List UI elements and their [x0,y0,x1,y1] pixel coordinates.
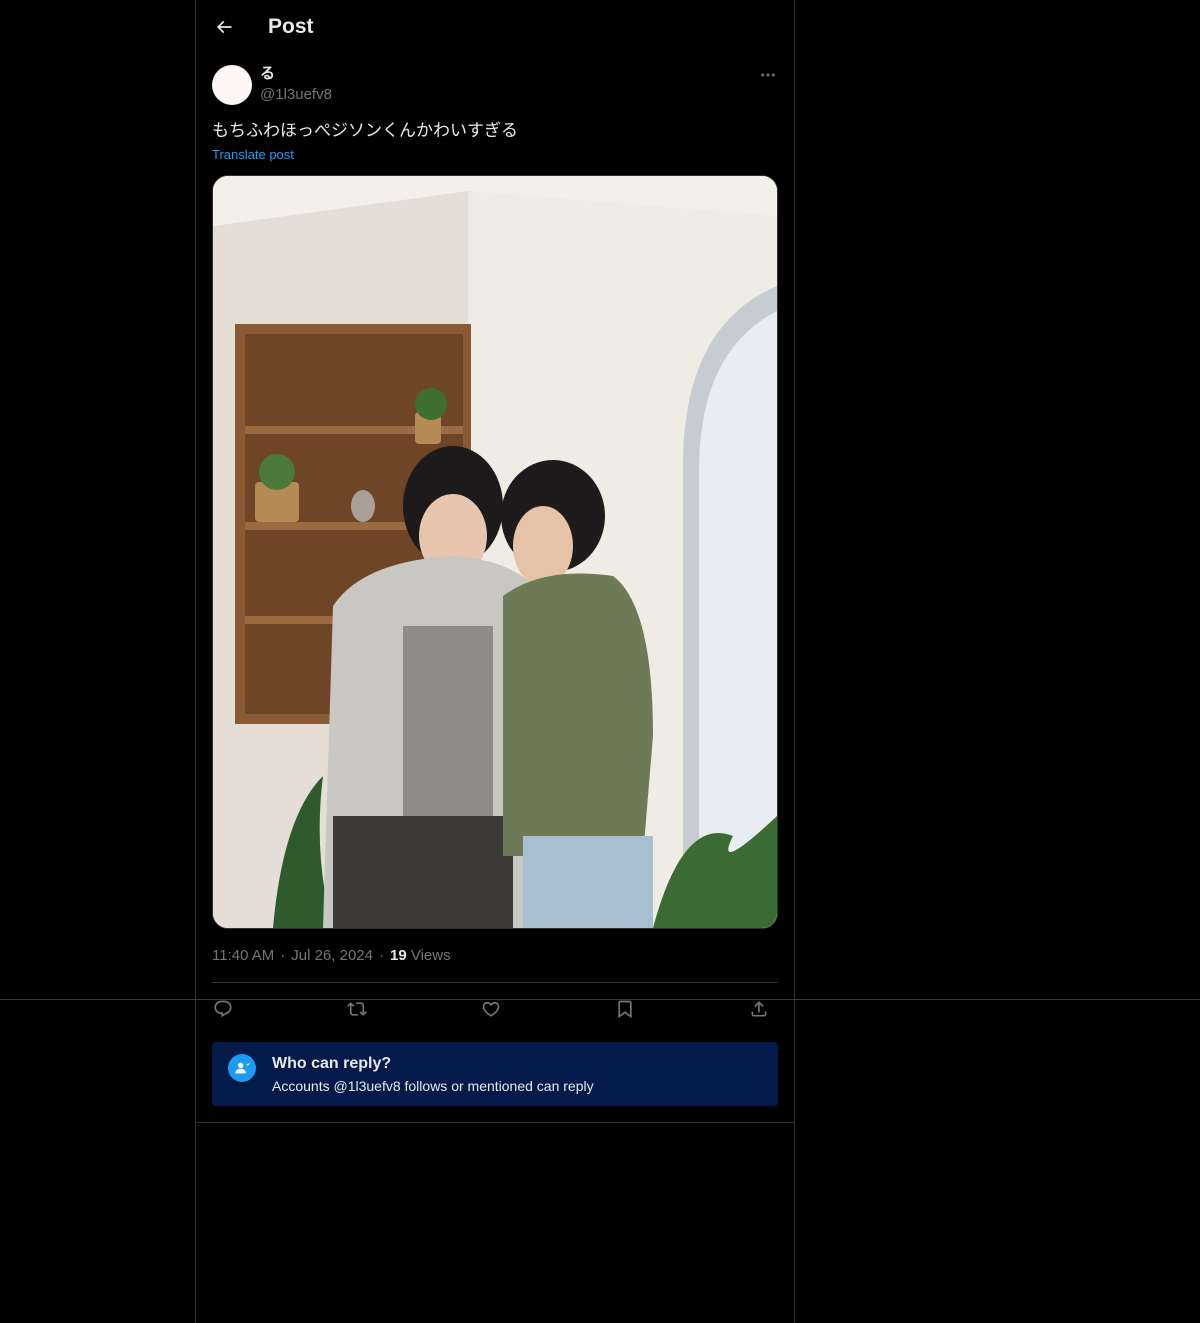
mention-user-icon [228,1054,256,1082]
avatar[interactable] [212,65,252,105]
reply-notice-description: Accounts @1l3uefv8 follows or mentioned … [272,1078,594,1094]
repost-icon [347,1002,367,1016]
reply-button[interactable] [208,994,238,1024]
post-time[interactable]: 11:40 AM [212,947,274,964]
arrow-left-icon [216,20,232,34]
post-metadata: 11:40 AM · Jul 26, 2024 · 19 Views [212,946,451,966]
like-icon [482,1001,500,1017]
who-can-reply-notice: Who can reply? Accounts @1l3uefv8 follow… [212,1042,778,1106]
post-column: Post る @1l3uefv8 もちふわほっぺジソンくんかわいすぎる Tran… [195,0,795,1323]
page-title: Post [268,15,314,38]
reply-notice-title: Who can reply? [272,1055,392,1072]
post-date[interactable]: Jul 26, 2024 [291,947,373,964]
divider [196,1122,794,1123]
back-button[interactable] [208,11,240,43]
author-display-name[interactable]: る [260,64,275,84]
post-header: Post [196,0,794,54]
translate-post-link[interactable]: Translate post [212,146,294,164]
post-photo[interactable] [212,175,778,929]
divider [212,982,778,983]
photo-illustration [213,176,777,928]
action-bar [212,990,778,1024]
like-button[interactable] [476,994,506,1024]
bookmark-icon [618,1000,632,1019]
share-button[interactable] [744,994,774,1024]
post-text: もちふわほっぺジソンくんかわいすぎる [212,121,518,141]
author-handle[interactable]: @1l3uefv8 [260,85,332,105]
repost-button[interactable] [342,994,372,1024]
more-horizontal-icon [761,73,775,77]
bookmark-button[interactable] [610,994,640,1024]
share-icon [751,1001,767,1017]
more-options-button[interactable] [756,64,780,86]
views-count[interactable]: 19 [390,947,407,964]
views-label[interactable]: Views [411,947,451,964]
separator-dot: · [379,947,384,964]
reply-icon [214,1000,232,1018]
separator-dot: · [280,947,286,964]
